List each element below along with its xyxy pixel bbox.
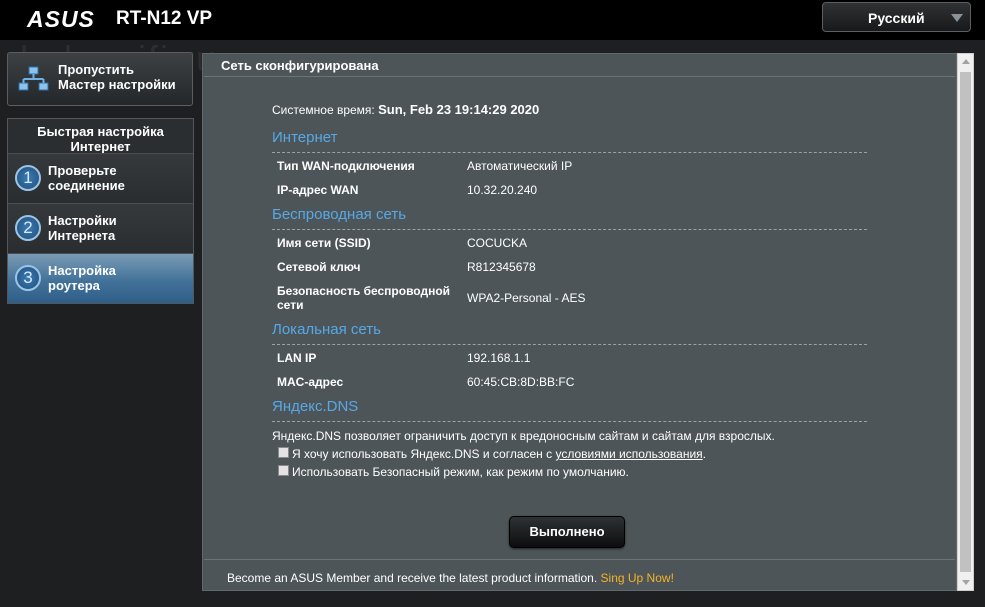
- footer-divider: [204, 559, 955, 560]
- ssid-label: Имя сети (SSID): [277, 236, 371, 250]
- step-label: Настройки Интернета: [48, 213, 117, 243]
- summary-panel: Сеть сконфигурирована Системное время: S…: [202, 53, 957, 591]
- dns-agree-suffix: .: [702, 447, 706, 461]
- member-footer: Become an ASUS Member and receive the la…: [227, 571, 674, 585]
- system-time-value: Sun, Feb 23 19:14:29 2020: [378, 102, 540, 117]
- step-number-badge: 3: [15, 265, 41, 291]
- done-button[interactable]: Выполнено: [509, 516, 625, 548]
- quick-setup-steps: Быстрая настройка Интернет 1 Проверьте с…: [7, 118, 194, 304]
- page-title: Сеть сконфигурирована: [221, 58, 379, 73]
- dns-agree-label: Я хочу использовать Яндекс.DNS и согласе…: [292, 447, 706, 461]
- steps-title: Быстрая настройка Интернет: [37, 124, 164, 154]
- step-number-badge: 2: [15, 215, 41, 241]
- network-key-label: Сетевой ключ: [277, 260, 361, 274]
- skip-wizard-label: Пропустить Мастер настройки: [58, 62, 176, 92]
- section-dns-heading: Яндекс.DNS: [272, 398, 359, 415]
- dns-agree-checkbox[interactable]: [278, 447, 289, 458]
- wan-ip-label: IP-адрес WAN: [277, 183, 359, 197]
- section-divider: [272, 229, 867, 230]
- section-internet-heading: Интернет: [272, 129, 338, 146]
- step-label: Проверьте соединение: [48, 163, 125, 193]
- wan-type-label: Тип WAN-подключения: [277, 159, 415, 173]
- section-wireless-heading: Беспроводная сеть: [272, 206, 407, 223]
- chevron-down-icon: [951, 14, 963, 22]
- wan-ip-value: 10.32.20.240: [467, 183, 538, 197]
- scrollbar-thumb[interactable]: [960, 72, 971, 572]
- asus-logo: ASUS: [27, 6, 95, 32]
- wireless-security-value: WPA2-Personal - AES: [467, 291, 586, 305]
- system-time: Системное время: Sun, Feb 23 19:14:29 20…: [272, 102, 539, 117]
- title-divider: [204, 76, 955, 77]
- dns-agree-text: Я хочу использовать Яндекс.DNS и согласе…: [292, 447, 556, 461]
- sign-up-link[interactable]: Sing Up Now!: [601, 571, 674, 585]
- dns-description: Яндекс.DNS позволяет ограничить доступ к…: [272, 429, 775, 443]
- section-divider: [272, 152, 867, 153]
- network-key-value: R812345678: [467, 260, 536, 274]
- scroll-up-icon[interactable]: [962, 59, 970, 64]
- step-number-badge: 1: [15, 165, 41, 191]
- step-router-settings[interactable]: 3 Настройка роутера: [8, 253, 193, 303]
- router-model: RT-N12 VP: [116, 8, 213, 29]
- top-header: ASUS RT-N12 VP Русский: [0, 0, 985, 40]
- section-lan-heading: Локальная сеть: [272, 321, 381, 338]
- scroll-down-icon[interactable]: [962, 580, 970, 585]
- mac-address-value: 60:45:CB:8D:BB:FC: [467, 375, 575, 389]
- ssid-value: COCUCKA: [467, 236, 528, 250]
- wireless-security-label: Безопасность беспроводной сети: [277, 284, 451, 312]
- system-time-label: Системное время:: [272, 103, 379, 117]
- skip-wizard-button[interactable]: Пропустить Мастер настройки: [7, 52, 193, 106]
- section-divider: [272, 421, 867, 422]
- wan-type-value: Автоматический IP: [467, 159, 573, 173]
- language-selected-value: Русский: [868, 10, 925, 26]
- lan-ip-value: 192.168.1.1: [467, 351, 531, 365]
- lan-ip-label: LAN IP: [277, 351, 317, 365]
- safe-mode-checkbox[interactable]: [278, 465, 289, 476]
- safe-mode-label: Использовать Безопасный режим, как режим…: [292, 465, 629, 479]
- vertical-scrollbar[interactable]: [957, 53, 974, 591]
- mac-address-label: MAC-адрес: [277, 375, 344, 389]
- step-internet-settings[interactable]: 2 Настройки Интернета: [8, 203, 193, 253]
- footer-text: Become an ASUS Member and receive the la…: [227, 571, 601, 585]
- network-icon: [18, 66, 49, 91]
- section-divider: [272, 344, 867, 345]
- step-label: Настройка роутера: [48, 263, 116, 293]
- step-check-connection[interactable]: 1 Проверьте соединение: [8, 153, 193, 203]
- language-select[interactable]: Русский: [822, 2, 971, 32]
- terms-of-use-link[interactable]: условиями использования: [555, 447, 702, 461]
